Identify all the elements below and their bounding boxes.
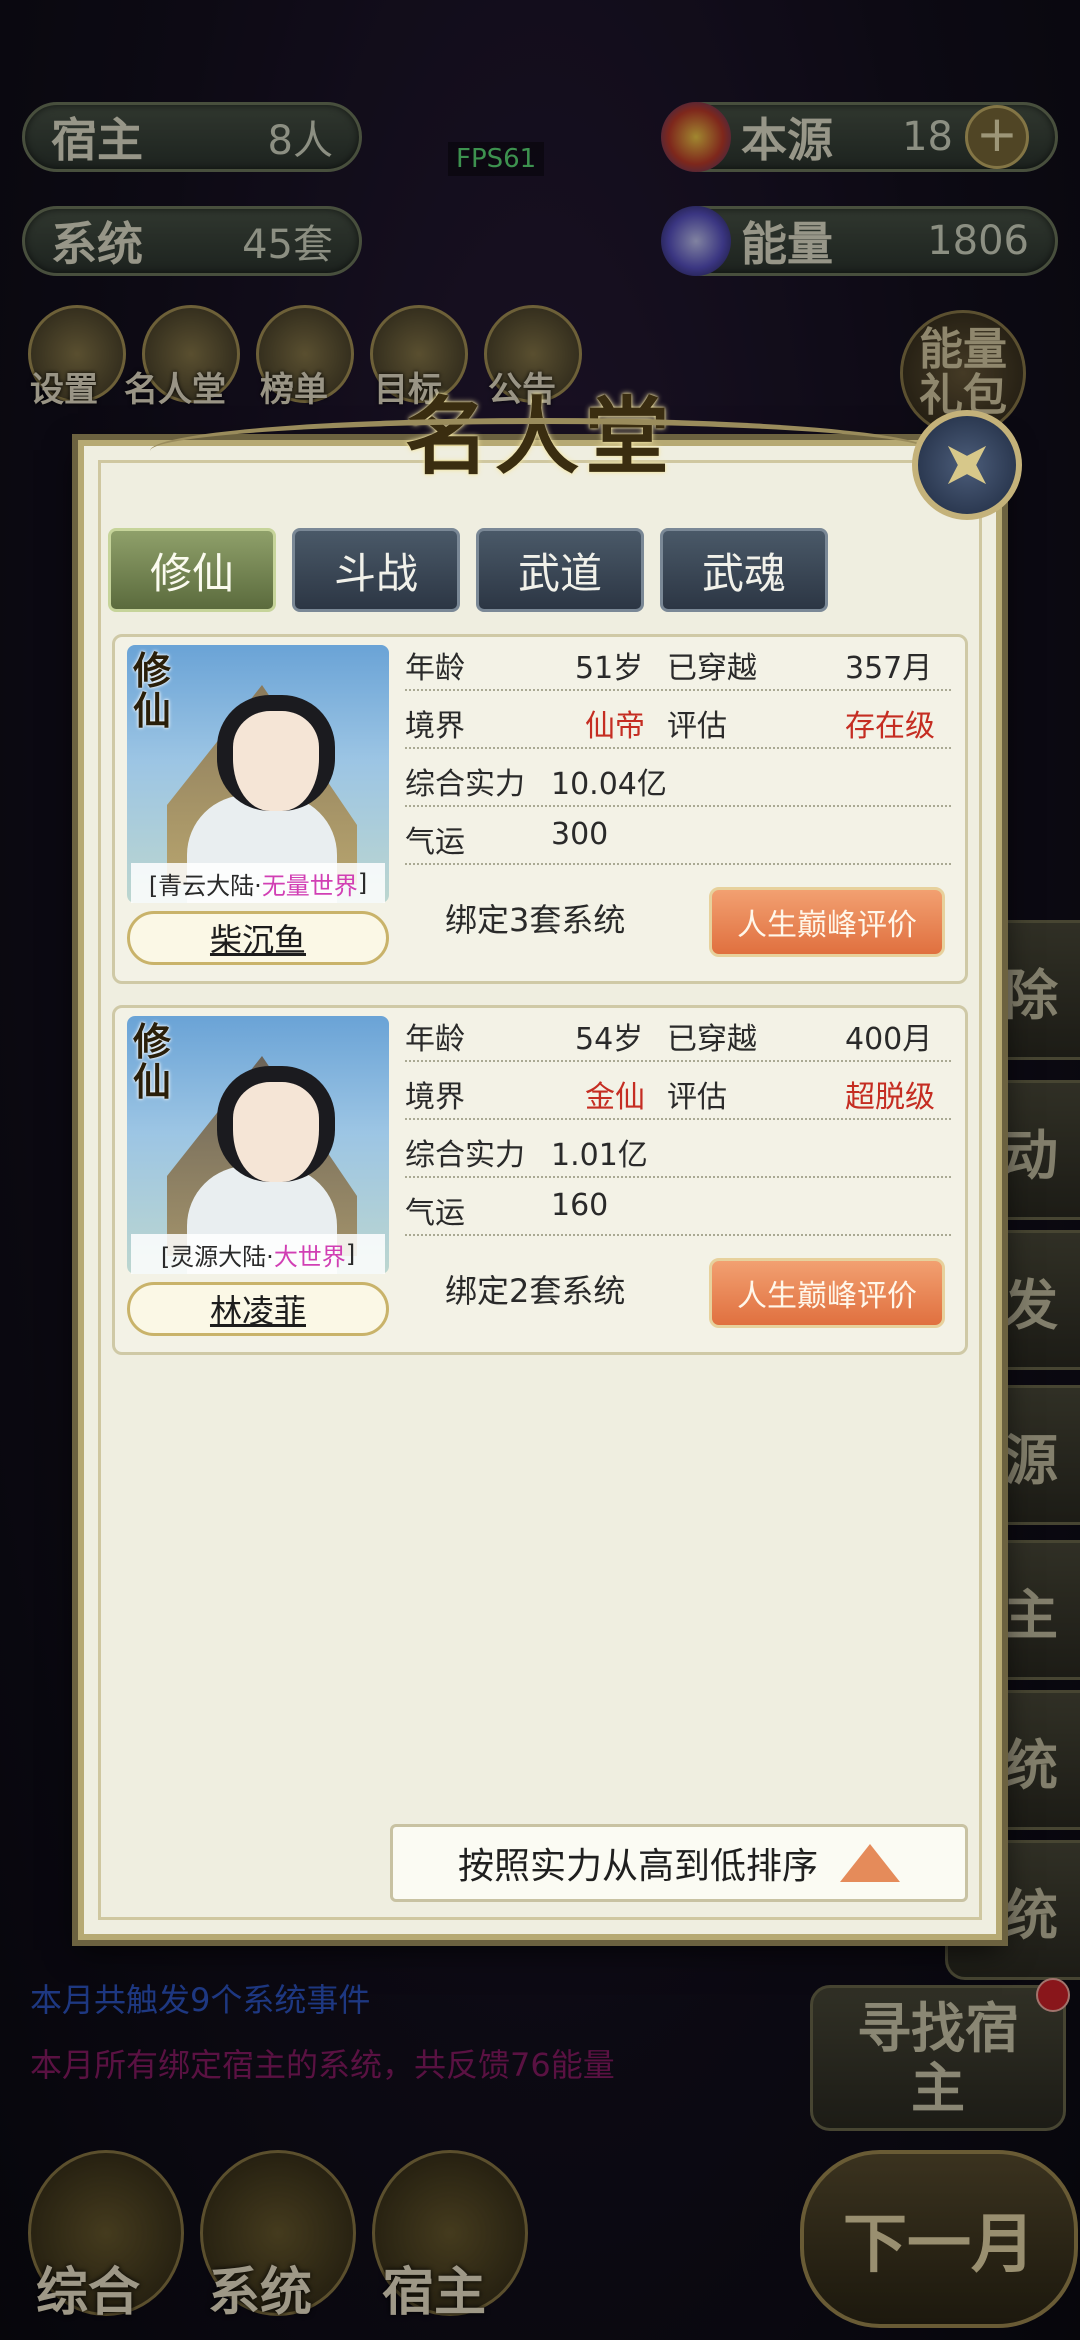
eval-label: 评估 bbox=[667, 1080, 727, 1115]
world-prefix: [青云大陆· bbox=[148, 871, 262, 900]
eval-value: 存在级 bbox=[845, 709, 935, 744]
power-value: 1.01亿 bbox=[551, 1138, 648, 1173]
stat-row-luck: 气运 300 bbox=[405, 811, 951, 865]
portrait-head bbox=[217, 1066, 335, 1182]
close-star-icon bbox=[929, 427, 1005, 503]
stat-row-power: 综合实力 10.04亿 bbox=[405, 753, 951, 807]
realm-label: 境界 bbox=[405, 1080, 465, 1115]
peak-evaluation-button[interactable]: 人生巅峰评价 bbox=[709, 887, 945, 957]
tab-wudao[interactable]: 武道 bbox=[476, 528, 644, 612]
realm-value: 金仙 bbox=[585, 1080, 645, 1115]
stat-row-realm: 境界 仙帝 评估 存在级 bbox=[405, 695, 951, 749]
traveled-value: 357月 bbox=[845, 651, 933, 686]
tab-douzhan[interactable]: 斗战 bbox=[292, 528, 460, 612]
stat-row-realm: 境界 金仙 评估 超脱级 bbox=[405, 1066, 951, 1120]
sort-label: 按照实力从高到低排序 bbox=[457, 1846, 818, 1887]
stat-row-age: 年龄 54岁 已穿越 400月 bbox=[405, 1008, 951, 1062]
card-category-label: 修仙 bbox=[133, 1019, 172, 1104]
hall-card-2: 修仙 [灵源大陆· 大世界] 林凌菲 年龄 54岁 已穿越 400月 境界 金仙 … bbox=[112, 1005, 968, 1355]
world-highlight: 无量世界 bbox=[261, 871, 358, 900]
card-category-label: 修仙 bbox=[133, 648, 172, 733]
age-value: 51岁 bbox=[575, 651, 644, 686]
world-highlight: 大世界 bbox=[273, 1242, 346, 1271]
world-suffix: ] bbox=[357, 869, 368, 897]
stat-row-power: 综合实力 1.01亿 bbox=[405, 1124, 951, 1178]
traveled-label: 已穿越 bbox=[667, 1022, 757, 1057]
stat-row-age: 年龄 51岁 已穿越 357月 bbox=[405, 637, 951, 691]
power-value: 10.04亿 bbox=[551, 767, 667, 802]
world-tag: [青云大陆· 无量世界] bbox=[131, 863, 385, 903]
power-label: 综合实力 bbox=[405, 1138, 525, 1173]
sort-toggle-button[interactable]: 按照实力从高到低排序 bbox=[390, 1824, 968, 1902]
age-label: 年龄 bbox=[405, 1022, 465, 1057]
tab-wuhun[interactable]: 武魂 bbox=[660, 528, 828, 612]
age-label: 年龄 bbox=[405, 651, 465, 686]
character-name[interactable]: 林凌菲 bbox=[127, 1282, 389, 1336]
realm-value: 仙帝 bbox=[585, 709, 645, 744]
world-prefix: [灵源大陆· bbox=[160, 1242, 274, 1271]
close-button[interactable] bbox=[912, 410, 1022, 520]
bind-systems-text: 绑定2套系统 bbox=[445, 1272, 626, 1310]
portrait-head bbox=[217, 695, 335, 811]
stat-row-luck: 气运 160 bbox=[405, 1182, 951, 1236]
realm-label: 境界 bbox=[405, 709, 465, 744]
luck-value: 300 bbox=[551, 817, 609, 852]
sort-triangle-up-icon bbox=[840, 1844, 900, 1882]
luck-label: 气运 bbox=[405, 825, 465, 860]
traveled-label: 已穿越 bbox=[667, 651, 757, 686]
banner-arc bbox=[150, 418, 930, 484]
eval-label: 评估 bbox=[667, 709, 727, 744]
world-suffix: ] bbox=[345, 1240, 356, 1268]
luck-label: 气运 bbox=[405, 1196, 465, 1231]
age-value: 54岁 bbox=[575, 1022, 644, 1057]
tab-xiuxian[interactable]: 修仙 bbox=[108, 528, 276, 612]
peak-evaluation-button[interactable]: 人生巅峰评价 bbox=[709, 1258, 945, 1328]
bind-systems-text: 绑定3套系统 bbox=[445, 901, 626, 939]
luck-value: 160 bbox=[551, 1188, 609, 1223]
power-label: 综合实力 bbox=[405, 767, 525, 802]
modal-title-banner: 名人堂 bbox=[150, 360, 930, 500]
world-tag: [灵源大陆· 大世界] bbox=[131, 1234, 385, 1274]
hall-card-1: 修仙 [青云大陆· 无量世界] 柴沉鱼 年龄 51岁 已穿越 357月 境界 仙帝… bbox=[112, 634, 968, 984]
character-name[interactable]: 柴沉鱼 bbox=[127, 911, 389, 965]
category-tabs: 修仙 斗战 武道 武魂 bbox=[108, 528, 828, 612]
traveled-value: 400月 bbox=[845, 1022, 933, 1057]
eval-value: 超脱级 bbox=[845, 1080, 935, 1115]
